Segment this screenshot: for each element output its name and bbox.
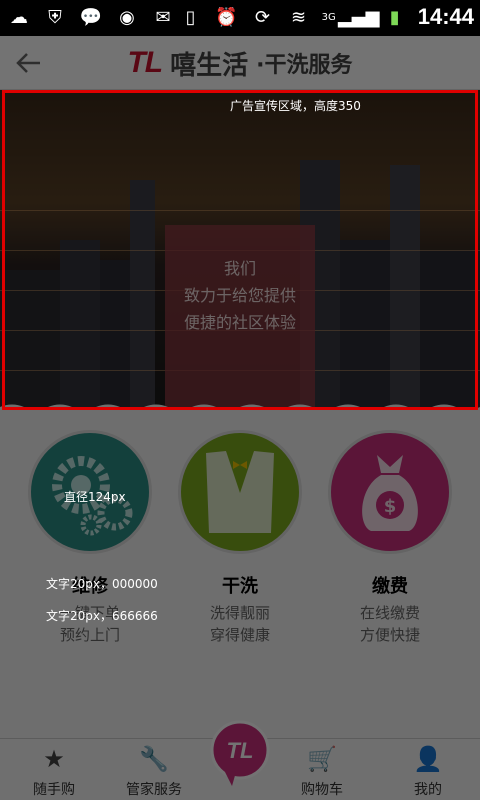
center-logo: TL [227,738,254,763]
back-button[interactable] [14,49,44,77]
rotate-icon: ⟳ [255,6,271,28]
person-icon: 👤 [413,745,443,773]
annotation-frame [2,90,478,410]
service-title: ·干洗服务 [256,53,353,78]
nav-item-me[interactable]: 👤 我的 [380,739,476,800]
star-icon: ★ [43,745,65,773]
clock: 14:44 [417,4,474,29]
nav-item-butler[interactable]: 🔧 管家服务 [106,739,202,800]
service-desc: 洗得靓丽 [209,604,270,622]
nav-item-shop[interactable]: ★ 随手购 [6,739,102,800]
bird-icon: ◉ [119,6,135,28]
annotation-banner-height: 广告宣传区域，高度350 [230,99,361,113]
cart-icon: 🛒 [307,745,337,773]
nav-label: 管家服务 [126,782,182,798]
alarm-icon: ⏰ [215,6,238,28]
home-logo-icon: TL [210,720,270,786]
nav-label: 随手购 [33,782,75,798]
status-bar: ☁ ⛨ 💬 ◉ ✉ ▯ ⏰ ⟳ ≋ 3G ▂▄▆ ▮ 14:44 [0,0,480,36]
cloud-icon: ☁ [10,6,28,28]
service-circle[interactable]: $ [328,430,452,554]
service-desc: 在线缴费 [359,604,420,622]
service-title: 缴费 [372,576,408,597]
chat-icon: 💬 [79,6,103,28]
annotation-sub-font: 文字20px，666666 [46,609,158,623]
brand: TL 嘻生活 ·干洗服务 [0,36,480,90]
shield-icon: ⛨ [48,6,62,28]
svg-text:$: $ [384,496,397,517]
arrow-left-icon [16,53,40,73]
service-circle[interactable] [178,430,302,554]
title-bar: TL 嘻生活 ·干洗服务 [0,36,480,90]
wrench-icon: 🔧 [139,745,169,773]
service-desc: 穿得健康 [209,626,270,644]
service-title: 干洗 [222,576,258,597]
phone-icon: ▯ [185,6,196,28]
nav-item-cart[interactable]: 🛒 购物车 [274,739,370,800]
battery-icon: ▮ [389,6,400,28]
money-bag-icon: $ [362,455,418,531]
annotation-title-font: 文字20px，000000 [46,577,158,591]
suit-icon [206,451,274,533]
annotation-diameter: 直径124px [64,490,126,504]
brand-logo: TL [127,46,163,79]
brand-name: 嘻生活 [170,50,249,81]
wifi-icon: ≋ [291,6,307,28]
service-desc: 预约上门 [59,626,120,644]
nav-center-button[interactable]: TL [210,720,270,790]
nav-label: 我的 [414,782,442,798]
network-type: 3G [321,11,336,23]
service-desc: 方便快捷 [359,626,420,644]
mail-icon: ✉ [155,6,171,28]
nav-label: 购物车 [301,782,343,798]
signal-icon: ▂▄▆ [337,6,380,28]
